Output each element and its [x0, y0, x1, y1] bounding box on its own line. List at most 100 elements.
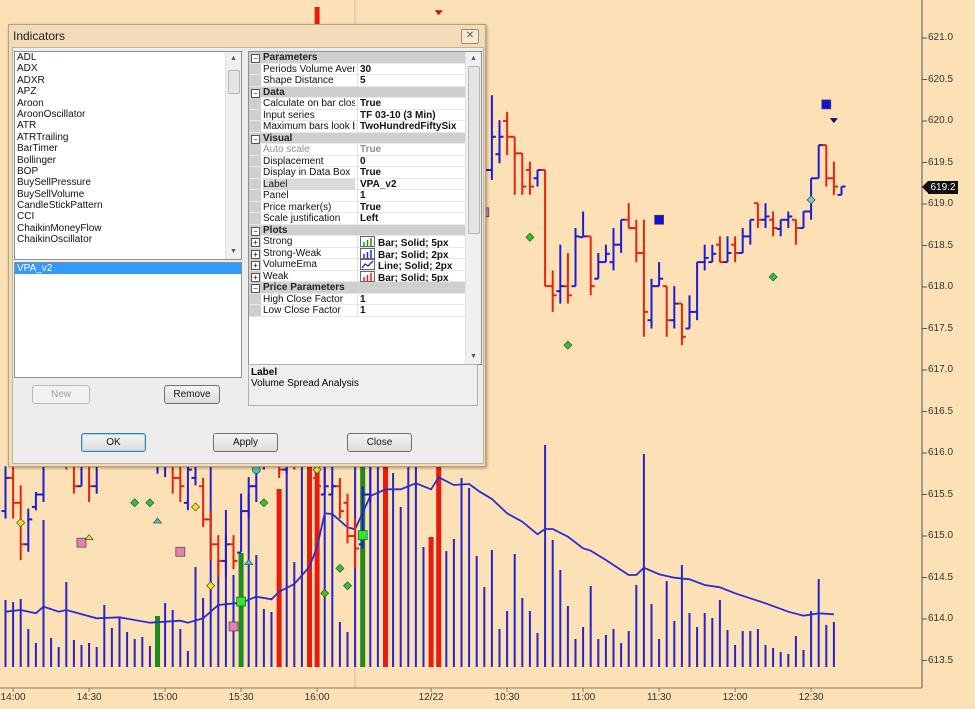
- indicator-list-item[interactable]: ADXR: [15, 75, 241, 86]
- property-name[interactable]: Weak: [263, 271, 355, 283]
- property-name[interactable]: Periods Volume Aven: [263, 64, 355, 76]
- property-name[interactable]: Displacement: [263, 156, 355, 168]
- scrollbar-thumb[interactable]: [468, 66, 480, 234]
- property-value[interactable]: 1: [357, 293, 468, 305]
- close-icon[interactable]: ✕: [461, 29, 479, 44]
- indicator-list-item[interactable]: AroonOscillator: [15, 109, 241, 120]
- scroll-up-icon[interactable]: ▲: [466, 52, 481, 66]
- plot-row[interactable]: + VolumeEma Line; Solid; 2px: [249, 259, 465, 273]
- collapse-icon[interactable]: −: [251, 134, 260, 144]
- property-category[interactable]: − Parameters: [249, 52, 465, 64]
- property-category[interactable]: − Price Parameters: [249, 282, 465, 294]
- property-name[interactable]: Shape Distance: [263, 75, 355, 87]
- property-name[interactable]: Low Close Factor: [263, 305, 355, 317]
- property-category[interactable]: − Data: [249, 86, 465, 98]
- property-row[interactable]: High Close Factor 1: [249, 293, 468, 306]
- property-value[interactable]: VPA_v2: [357, 178, 468, 190]
- expand-icon[interactable]: +: [251, 272, 260, 282]
- indicator-list-item[interactable]: CandleStickPattern: [15, 200, 241, 211]
- applied-indicators-list[interactable]: VPA_v2: [14, 262, 242, 378]
- available-list-scrollbar[interactable]: ▲ ▼: [225, 52, 241, 259]
- expand-icon[interactable]: +: [251, 238, 260, 247]
- property-row[interactable]: Price marker(s) True: [249, 201, 468, 214]
- collapse-icon[interactable]: −: [251, 88, 260, 98]
- new-button[interactable]: New: [32, 385, 90, 404]
- property-name[interactable]: Panel: [263, 190, 355, 202]
- property-name[interactable]: Label: [263, 178, 355, 190]
- property-value[interactable]: TF 03-10 (3 Min): [357, 109, 468, 121]
- property-value[interactable]: 0: [357, 155, 468, 167]
- property-row[interactable]: Maximum bars look b TwoHundredFiftySix: [249, 121, 465, 133]
- property-name[interactable]: Maximum bars look b: [263, 121, 355, 133]
- apply-button[interactable]: Apply: [213, 433, 278, 452]
- property-name[interactable]: Input series: [263, 110, 355, 122]
- property-row[interactable]: Low Close Factor 1: [249, 305, 465, 317]
- property-value[interactable]: Left: [357, 213, 468, 225]
- indicator-list-item[interactable]: BuySellPressure: [15, 177, 241, 188]
- plot-row[interactable]: + Strong Bar; Solid; 5px: [249, 236, 465, 250]
- property-grid-scrollbar[interactable]: ▲ ▼: [465, 52, 481, 364]
- indicator-list-item[interactable]: BuySellVolume: [15, 189, 241, 200]
- indicator-list-item[interactable]: BarTimer: [15, 143, 241, 154]
- property-row[interactable]: Auto scale True: [249, 144, 465, 156]
- indicator-list-item[interactable]: ChaikinMoneyFlow: [15, 223, 241, 234]
- remove-button[interactable]: Remove: [164, 385, 220, 404]
- available-indicators-list[interactable]: ADL ADX ADXR APZ Aroon AroonOscillator ATR ATRT…: [14, 51, 242, 260]
- property-row[interactable]: Panel 1: [249, 190, 465, 202]
- collapse-icon[interactable]: −: [251, 284, 260, 293]
- property-row[interactable]: Display in Data Box True: [249, 167, 465, 179]
- indicator-list-item[interactable]: ADX: [15, 63, 241, 74]
- property-row[interactable]: Scale justification Left: [249, 213, 465, 225]
- scroll-down-icon[interactable]: ▼: [466, 350, 481, 364]
- property-name[interactable]: Auto scale: [263, 144, 355, 156]
- indicator-list-item[interactable]: APZ: [15, 86, 241, 97]
- applied-indicator-item[interactable]: VPA_v2: [15, 263, 241, 275]
- property-name[interactable]: VolumeEma: [263, 259, 355, 271]
- indicator-list-item[interactable]: ADL: [15, 52, 241, 63]
- indicator-list-item[interactable]: Bollinger: [15, 155, 241, 166]
- ok-button[interactable]: OK: [81, 433, 146, 452]
- scroll-up-icon[interactable]: ▲: [226, 52, 241, 66]
- property-name[interactable]: Strong-Weak: [263, 248, 355, 260]
- property-value-text: True: [360, 98, 382, 109]
- property-name[interactable]: Strong: [263, 236, 355, 248]
- property-row[interactable]: Displacement 0: [249, 155, 468, 168]
- property-row[interactable]: Label VPA_v2: [249, 178, 468, 190]
- indicator-list-item[interactable]: CCI: [15, 211, 241, 222]
- property-name[interactable]: Scale justification: [263, 213, 355, 225]
- plot-row[interactable]: + Strong-Weak Bar; Solid; 2px: [249, 247, 465, 261]
- property-name[interactable]: Price marker(s): [263, 202, 355, 214]
- indicator-list-item[interactable]: Aroon: [15, 98, 241, 109]
- expand-icon[interactable]: +: [251, 249, 260, 259]
- scroll-down-icon[interactable]: ▼: [226, 245, 241, 259]
- property-row[interactable]: Shape Distance 5: [249, 75, 465, 87]
- property-value[interactable]: TwoHundredFiftySix: [357, 121, 468, 133]
- property-name[interactable]: Display in Data Box: [263, 167, 355, 179]
- expand-icon[interactable]: +: [251, 261, 260, 270]
- indicator-list-item[interactable]: ATR: [15, 120, 241, 131]
- indicator-list-item[interactable]: ATRTrailing: [15, 132, 241, 143]
- plot-row[interactable]: + Weak Bar; Solid; 5px: [249, 270, 465, 284]
- collapse-icon[interactable]: −: [251, 54, 260, 63]
- scrollbar-thumb[interactable]: [228, 70, 240, 94]
- property-name[interactable]: Calculate on bar close: [263, 98, 355, 110]
- property-name[interactable]: High Close Factor: [263, 294, 355, 306]
- property-value[interactable]: True: [357, 167, 468, 179]
- property-value[interactable]: 1: [357, 190, 468, 202]
- indicator-list-item[interactable]: BOP: [15, 166, 241, 177]
- indicator-list-item[interactable]: ChaikinOscillator: [15, 234, 241, 245]
- property-category[interactable]: − Visual: [249, 132, 465, 144]
- property-value[interactable]: True: [357, 98, 468, 110]
- collapse-icon[interactable]: −: [251, 226, 260, 236]
- property-value[interactable]: True: [357, 144, 468, 156]
- property-value[interactable]: True: [357, 201, 468, 213]
- property-grid[interactable]: − Parameters Periods Volume Aven 30 Shape Di…: [248, 51, 482, 365]
- property-value[interactable]: 5: [357, 75, 468, 87]
- property-value[interactable]: 30: [357, 63, 468, 75]
- property-row[interactable]: Periods Volume Aven 30: [249, 63, 468, 76]
- close-button[interactable]: Close: [347, 433, 412, 452]
- property-row[interactable]: Calculate on bar close True: [249, 98, 465, 110]
- property-category[interactable]: − Plots: [249, 224, 465, 236]
- property-row[interactable]: Input series TF 03-10 (3 Min): [249, 109, 468, 122]
- property-value[interactable]: 1: [357, 305, 468, 317]
